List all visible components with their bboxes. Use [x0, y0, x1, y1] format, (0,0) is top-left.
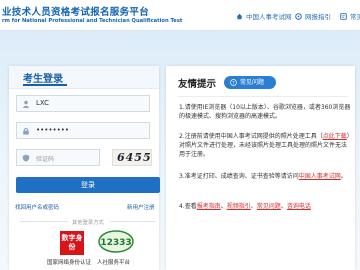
- forgot-password-link[interactable]: 找回用户名或密码: [15, 203, 59, 211]
- login-button[interactable]: 登录: [16, 177, 160, 193]
- tip-4: 4.查看报考指南、视频指引、常见问题、咨询电话: [179, 203, 311, 210]
- lock-icon: [23, 127, 29, 135]
- nav-faq-label: 常见: [350, 13, 360, 21]
- login-title: 考生登录: [23, 74, 63, 85]
- password-field[interactable]: ••••••••: [16, 122, 150, 139]
- captcha-field[interactable]: 验证码: [16, 149, 100, 166]
- tip-3-text-a: 3.准考证打印、成绩查询、证书查验等请访问: [179, 173, 299, 180]
- exam-guide-link[interactable]: 报考指南: [197, 203, 221, 210]
- login-header: 考生登录: [9, 66, 159, 89]
- faq-link[interactable]: 常见问题: [257, 203, 281, 210]
- captcha-image[interactable]: 64553: [112, 149, 152, 166]
- password-value: ••••••••: [36, 126, 70, 134]
- username-field[interactable]: LXC: [16, 95, 150, 112]
- faq-icon: [340, 12, 347, 20]
- nav-faq-link[interactable]: 常见: [340, 10, 360, 22]
- digital-identity-button[interactable]: 数字身份: [60, 231, 84, 255]
- question-icon: ?: [230, 79, 237, 86]
- top-bar: 业技术人员资格考试报名服务平台 rm for National Professi…: [0, 0, 360, 31]
- captcha-placeholder: 验证码: [36, 156, 55, 163]
- user-icon: [22, 100, 30, 108]
- site-title: 业技术人员资格考试报名服务平台: [2, 7, 150, 18]
- divider-left: [20, 221, 68, 222]
- divider-right: [110, 221, 156, 222]
- home-icon: [236, 13, 243, 19]
- tip-4-text: 4.查看: [179, 203, 197, 210]
- nav-guide-link[interactable]: 网报指引: [295, 10, 331, 22]
- tip-3-text-b: 。: [340, 173, 347, 180]
- hotline-link[interactable]: 咨询电话: [287, 203, 311, 210]
- hrss-12333-text: 12333: [100, 238, 131, 248]
- shield-icon: [22, 154, 30, 162]
- download-tool-link[interactable]: 点此下载: [323, 133, 347, 140]
- tip-1: 1.请使用IE浏览器（10以上版本）、谷歌浏览器，或者360浏览器的极速模式、搜…: [179, 104, 351, 120]
- digital-identity-label: 国家网络身份认证: [47, 260, 92, 266]
- tips-panel: 友情提示 ? 常见问题 1.请使用IE浏览器（10以上版本）、谷歌浏览器，或者3…: [166, 66, 355, 270]
- captcha-text: 64553: [117, 151, 152, 164]
- other-login-label: 其他登录方式: [72, 220, 104, 226]
- video-guide-link[interactable]: 视频指引: [227, 203, 251, 210]
- register-link[interactable]: 新用户注册: [127, 203, 155, 211]
- faq-button[interactable]: ? 常见问题: [224, 76, 276, 89]
- faq-button-label: 常见问题: [240, 79, 265, 86]
- tip-3: 3.准考证打印、成绩查询、证书查验等请访问中国人事考试网。: [179, 172, 351, 181]
- cpta-link[interactable]: 中国人事考试网: [299, 173, 341, 180]
- nav-home-link[interactable]: 中国人事考试网: [236, 10, 292, 22]
- login-title-underline: [23, 84, 67, 86]
- tip-2-text-a: 2.注册前请使用中国人事考试网提供的照片处理工具（: [179, 133, 323, 140]
- username-value: LXC: [36, 99, 50, 107]
- tip-2: 2.注册前请使用中国人事考试网提供的照片处理工具（点此下载）对照片文件进行处理，…: [179, 132, 351, 159]
- nav-home-label: 中国人事考试网: [246, 13, 292, 21]
- tips-divider: [178, 96, 348, 97]
- hrss-12333-button[interactable]: 12333: [97, 229, 135, 254]
- digital-identity-text: 数字身份: [61, 234, 83, 251]
- site-subtitle: rm for National Professional and Technic…: [2, 18, 183, 24]
- tips-title: 友情提示: [178, 79, 217, 90]
- hrss-platform-label: 人社服务平台: [97, 260, 131, 266]
- nav-guide-label: 网报指引: [305, 13, 331, 21]
- guide-icon: [295, 12, 302, 20]
